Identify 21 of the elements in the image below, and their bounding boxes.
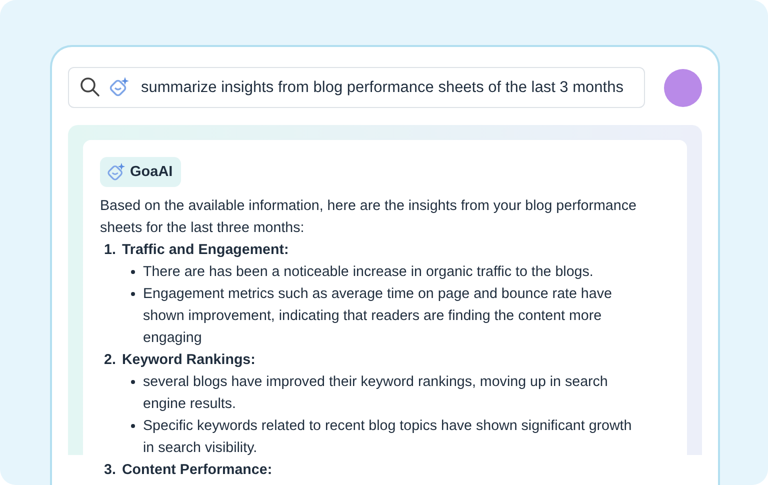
bullet-icon xyxy=(131,292,135,296)
list-number: 3. xyxy=(104,461,116,480)
search-field[interactable]: summarize insights from blog performance sheets of the last 3 months xyxy=(68,67,645,108)
bullet-icon xyxy=(131,424,135,428)
section-title: Content Performance: xyxy=(122,461,272,480)
section-title: Keyword Rankings: xyxy=(122,351,256,370)
sparkle-icon xyxy=(108,76,130,98)
list-number: 1. xyxy=(104,241,116,260)
avatar[interactable] xyxy=(664,68,702,106)
list-number: 2. xyxy=(104,351,116,370)
sparkle-icon xyxy=(106,162,126,182)
search-icon xyxy=(80,77,100,97)
bullet-text: Specific keywords related to recent blog topics have shown significant growth in search visibility. xyxy=(143,417,633,458)
section-title: Traffic and Engagement: xyxy=(122,241,289,260)
intro-text: Based on the available information, here are the insights from your blog performance sheets for the last three months: xyxy=(100,197,638,238)
bullet-text: several blogs have improved their keyword rankings, moving up in search engine results. xyxy=(143,373,609,414)
bullet-text: Engagement metrics such as average time on page and bounce rate have shown improvement, indicating that readers are finding the content more engaging xyxy=(143,285,613,348)
bullet-icon xyxy=(131,270,135,274)
bullet-text: There are has been a noticeable increase in organic traffic to the blogs. xyxy=(143,263,594,282)
assistant-badge: GoaAI xyxy=(100,157,181,187)
bullet-icon xyxy=(131,380,135,384)
